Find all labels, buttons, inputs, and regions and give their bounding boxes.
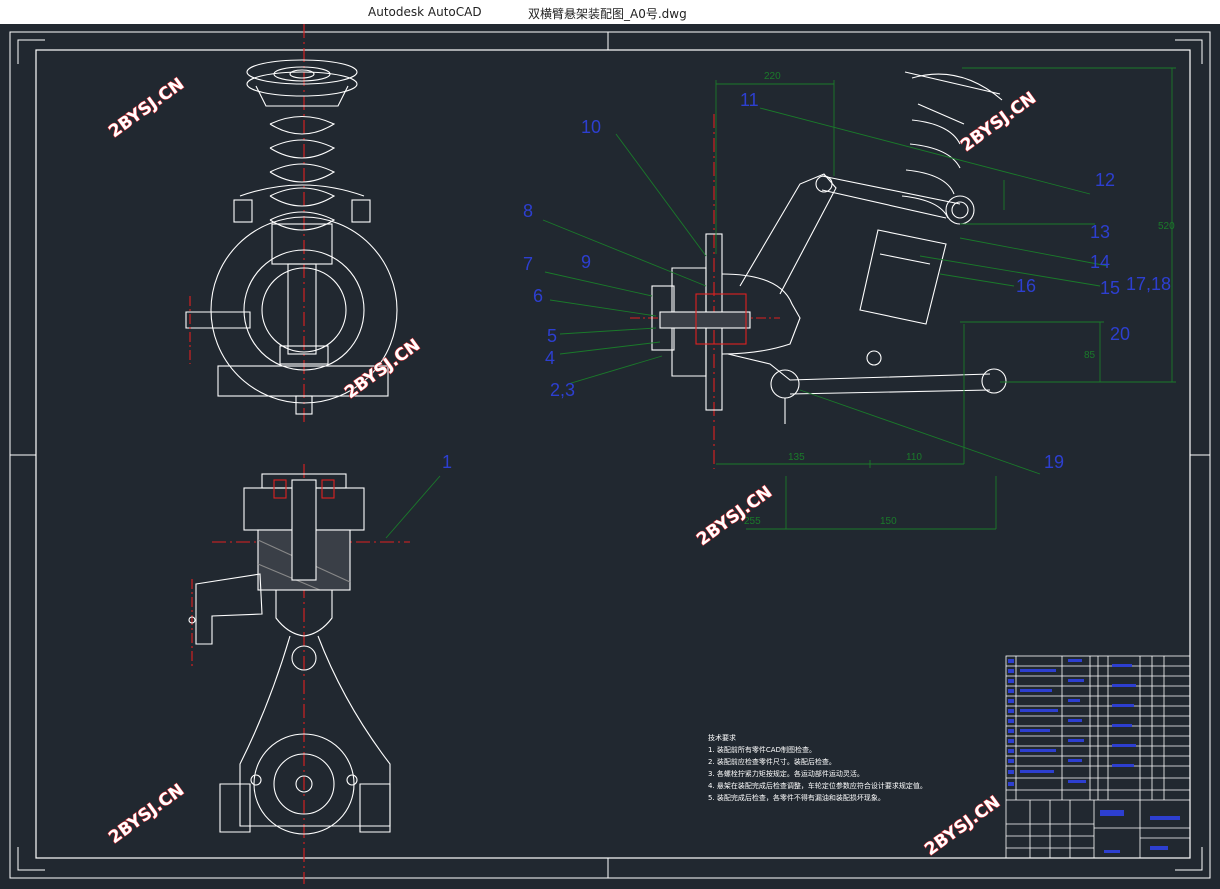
part-label-6: 6 [533, 286, 543, 306]
svg-text:135: 135 [788, 452, 805, 463]
part-label-16: 16 [1016, 276, 1036, 296]
technical-notes: 技术要求 1. 装配前所有零件CAD制图检查。 2. 装配前应检查零件尺寸。装配… [708, 733, 927, 802]
part-label-10: 10 [581, 117, 601, 137]
front-view-strut [185, 24, 398, 424]
part-label-20: 20 [1110, 324, 1130, 344]
part-label-13: 13 [1090, 222, 1110, 242]
watermark-5: 2BYSJ.CN [105, 780, 188, 848]
part-label-19: 19 [1044, 452, 1064, 472]
svg-text:150: 150 [880, 516, 897, 527]
part-label-11: 11 [740, 90, 759, 110]
watermark-1: 2BYSJ.CN [105, 74, 188, 142]
part-label-8: 8 [523, 201, 533, 221]
watermark-4: 2BYSJ.CN [693, 482, 776, 550]
part-label-1: 1 [442, 452, 452, 472]
watermark-3: 2BYSJ.CN [957, 88, 1040, 156]
app-name: Autodesk AutoCAD [368, 5, 482, 19]
svg-text:85: 85 [1084, 350, 1096, 361]
parts-list-table [1005, 655, 1191, 859]
part-label-15: 15 [1100, 278, 1120, 298]
svg-text:110: 110 [906, 452, 922, 463]
watermark-6: 2BYSJ.CN [921, 792, 1004, 860]
side-view-assembly [630, 71, 1007, 469]
notes-heading: 技术要求 [708, 733, 736, 742]
note-1: 1. 装配前所有零件CAD制图检查。 [708, 745, 816, 754]
top-view-knuckle [188, 464, 410, 884]
file-name: 双横臂悬架装配图_A0号.dwg [528, 7, 687, 21]
note-3: 3. 各螺栓拧紧力矩按规定。各运动部件运动灵活。 [708, 769, 864, 778]
part-label-7: 7 [523, 254, 533, 274]
part-label-9: 9 [581, 252, 591, 272]
part-label-5: 5 [547, 326, 557, 346]
window-titlebar: Autodesk AutoCAD 双横臂悬架装配图_A0号.dwg [0, 0, 1220, 24]
note-5: 5. 装配完成后检查，各零件不得有漏油和装配损坏现象。 [708, 793, 885, 802]
note-2: 2. 装配前应检查零件尺寸。装配后检查。 [708, 757, 836, 766]
part-labels: 1 2,3 4 5 6 7 8 9 10 11 12 13 14 15 16 1… [442, 90, 1171, 472]
svg-text:220: 220 [764, 71, 781, 82]
drawing-svg: 220 520 85 135 110 255 150 1 2,3 4 5 6 7… [9, 24, 1211, 884]
part-label-17-18: 17,18 [1126, 274, 1171, 294]
part-label-14: 14 [1090, 252, 1110, 272]
part-label-4: 4 [545, 348, 555, 368]
part-label-12: 12 [1095, 170, 1115, 190]
watermark-2: 2BYSJ.CN [341, 335, 424, 403]
note-4: 4. 悬架在装配完成后检查调整，车轮定位参数应符合设计要求规定值。 [708, 781, 927, 790]
drawing-canvas[interactable]: 220 520 85 135 110 255 150 1 2,3 4 5 6 7… [0, 24, 1220, 889]
part-label-2-3: 2,3 [550, 380, 575, 400]
svg-text:520: 520 [1158, 221, 1175, 232]
